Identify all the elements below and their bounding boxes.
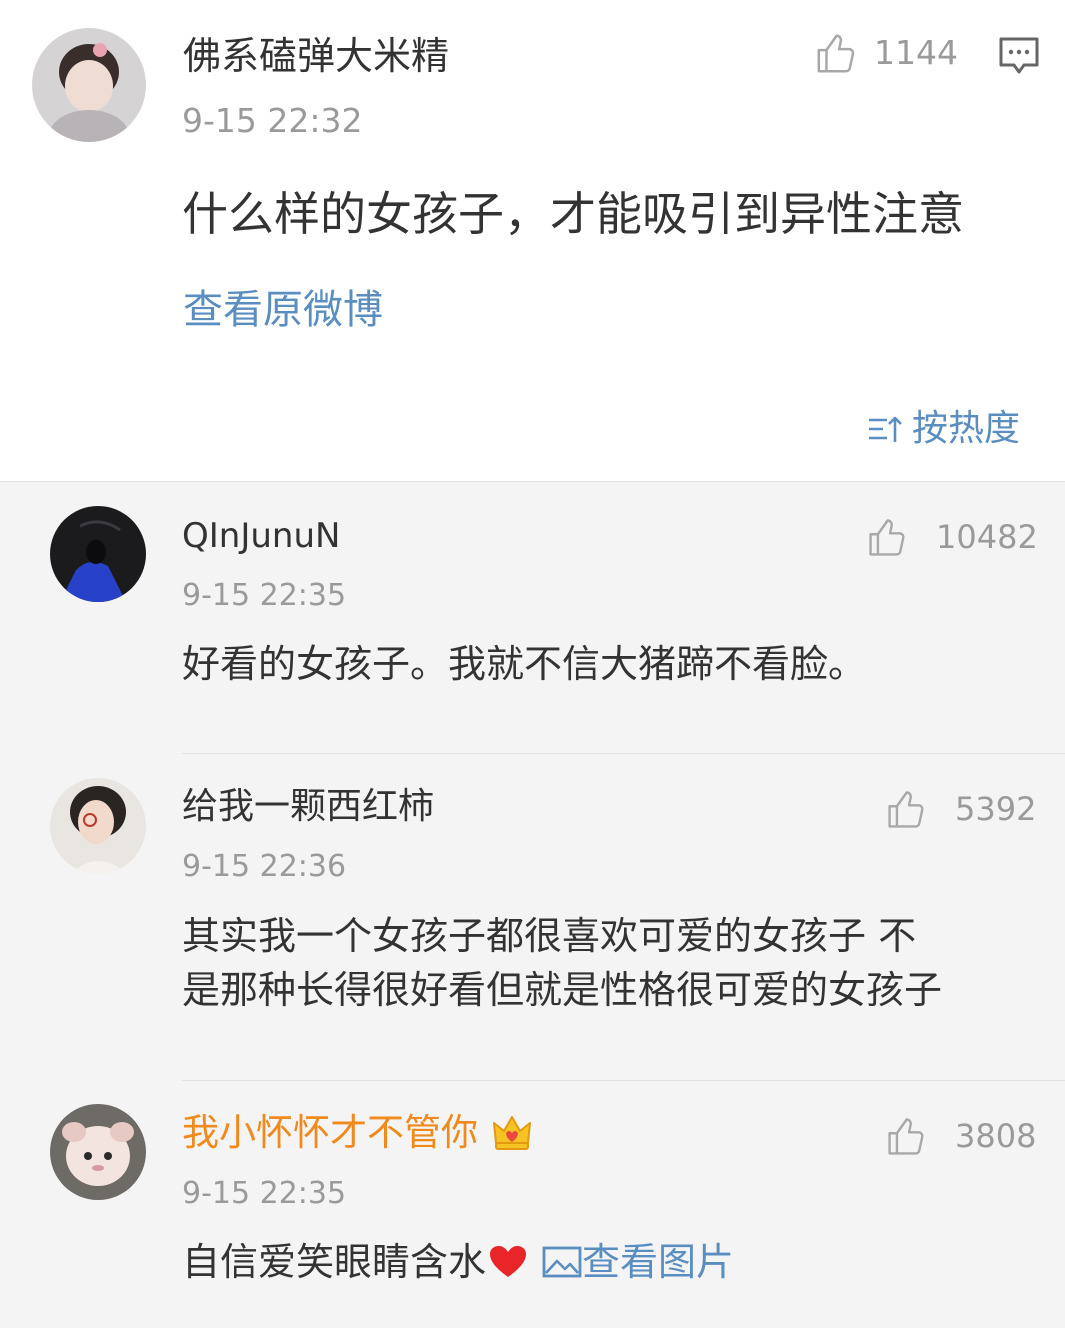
comment-like-count: 3808 [955, 1117, 1037, 1155]
comment-timestamp: 9-15 22:35 [182, 578, 347, 613]
comment-divider [182, 1080, 1065, 1081]
thumbs-up-icon [869, 519, 905, 556]
comment-username[interactable]: 给我一颗西红柿 [182, 786, 434, 828]
thumbs-up-icon [888, 1118, 924, 1155]
post-like-count: 1144 [874, 33, 958, 72]
comment-like-count: 10482 [936, 518, 1038, 556]
post-like-button[interactable]: 1144 [814, 30, 958, 76]
post-author-name[interactable]: 佛系磕弹大米精 [183, 34, 449, 78]
comment-like-button[interactable]: 10482 [866, 515, 1038, 559]
comment-timestamp: 9-15 22:35 [182, 1176, 347, 1211]
comment-avatar[interactable] [50, 778, 146, 874]
comment-content-line: 是那种长得很好看但就是性格很可爱的女孩子 [182, 968, 943, 1012]
comment-content-line: 其实我一个女孩子都很喜欢可爱的女孩子 不 [182, 914, 917, 958]
thumbs-up-icon [888, 791, 924, 828]
comments-section [0, 481, 1065, 1328]
comment-like-button[interactable]: 5392 [885, 787, 1036, 831]
avatar-photo-girl [50, 778, 146, 874]
comment-content: 自信爱笑眼睛含水 [182, 1240, 487, 1284]
comment-avatar[interactable] [50, 506, 146, 602]
sort-label: 按热度 [912, 408, 1021, 449]
view-original-link[interactable]: 查看原微博 [183, 286, 383, 334]
image-icon [542, 1246, 582, 1278]
comment-content: 好看的女孩子。我就不信大猪蹄不看脸。 [182, 642, 867, 686]
avatar-photo-plush [50, 1104, 146, 1200]
avatar-photo-girl [32, 28, 146, 142]
comment-username-row: 我小怀怀才不管你 [182, 1110, 534, 1156]
comment-content-row: 自信爱笑眼睛含水 查看图片 [182, 1236, 734, 1288]
comment-username[interactable]: QInJunuN [182, 516, 340, 556]
comment-like-count: 5392 [955, 790, 1037, 828]
post-author-avatar[interactable] [32, 28, 146, 142]
comment-username[interactable]: 我小怀怀才不管你 [182, 1111, 478, 1155]
comment-divider [182, 753, 1065, 754]
comment-like-button[interactable]: 3808 [885, 1114, 1036, 1158]
comment-icon [999, 37, 1039, 74]
post-timestamp: 9-15 22:32 [182, 101, 363, 140]
post-content: 什么样的女孩子，才能吸引到异性注意 [182, 187, 964, 241]
comment-icon-button[interactable] [996, 34, 1042, 78]
section-divider [0, 481, 1065, 482]
sort-by-hot-button[interactable]: 按热度 [866, 408, 1020, 450]
comment-avatar[interactable] [50, 1104, 146, 1200]
comment-timestamp: 9-15 22:36 [182, 849, 347, 884]
crown-badge-icon [493, 1116, 531, 1150]
avatar-photo-dark [50, 506, 146, 602]
view-image-link[interactable]: 查看图片 [542, 1237, 734, 1287]
sort-icon [869, 416, 902, 442]
view-image-label: 查看图片 [582, 1240, 735, 1284]
thumbs-up-icon [817, 34, 855, 73]
red-heart-emoji-icon [490, 1246, 527, 1277]
